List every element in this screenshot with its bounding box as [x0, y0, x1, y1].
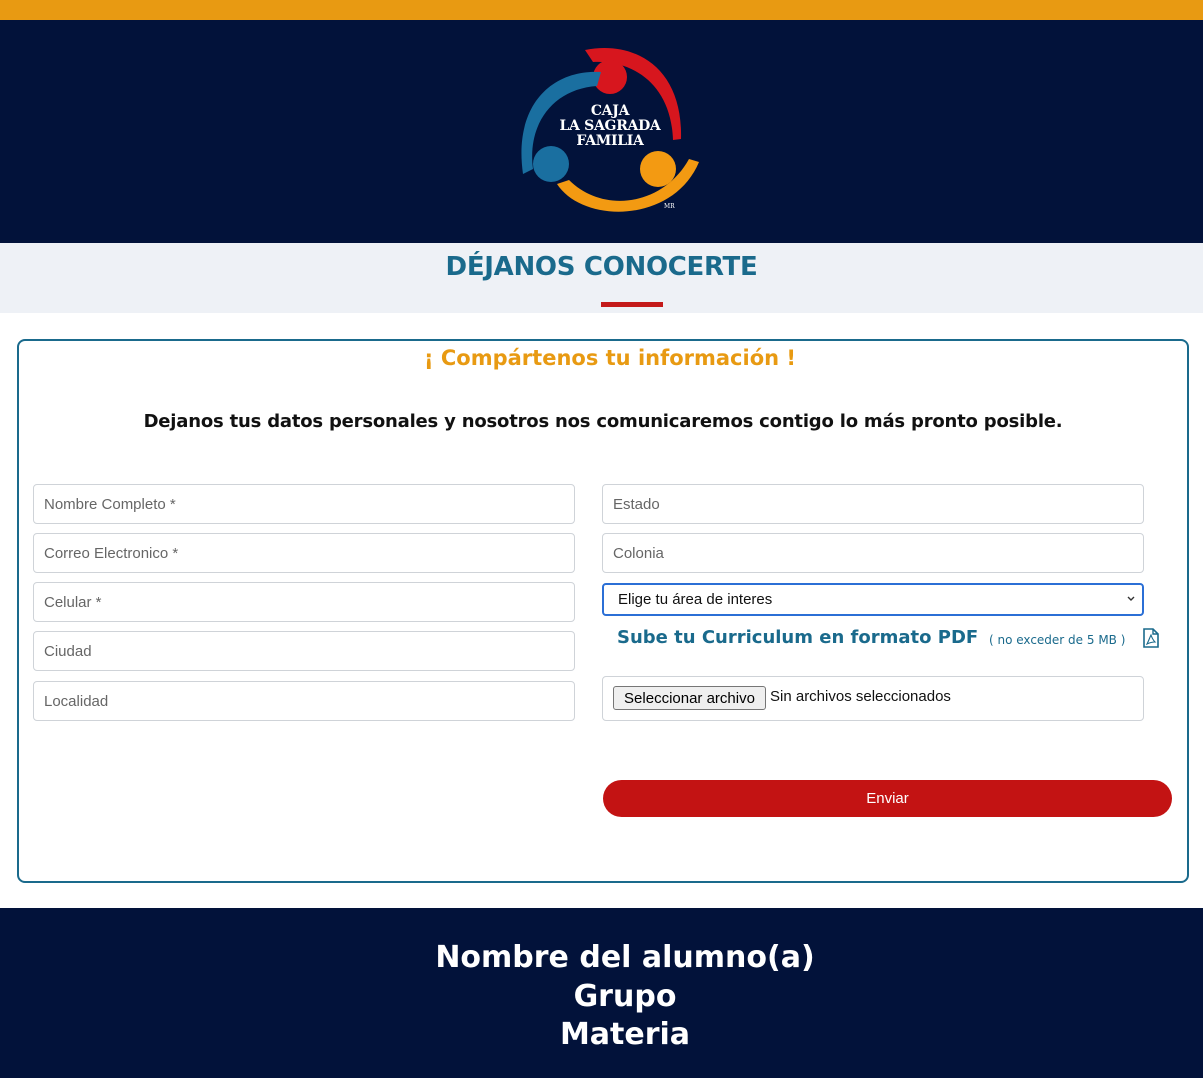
top-accent-bar: [0, 0, 1203, 20]
group-line: Grupo: [573, 979, 677, 1014]
pdf-icon: [1143, 628, 1159, 648]
email-placeholder: Correo Electronico *: [44, 544, 179, 562]
logo-line-1: CAJA: [590, 103, 630, 119]
file-status: Sin archivos seleccionados: [770, 688, 951, 705]
form-heading: ¡ Compártenos tu información !: [424, 346, 796, 370]
city-placeholder: Ciudad: [44, 642, 92, 660]
subject-line: Materia: [559, 1017, 691, 1052]
email-field[interactable]: Correo Electronico *: [33, 533, 575, 573]
chevron-down-icon: [1127, 596, 1135, 601]
logo-line-2: LA SAGRADA: [559, 118, 661, 134]
full-name-field[interactable]: Nombre Completo *: [33, 484, 575, 524]
phone-placeholder: Celular *: [44, 593, 102, 611]
select-file-button[interactable]: Seleccionar archivo: [613, 686, 766, 710]
logo-trademark: MR: [664, 203, 675, 210]
title-underline: [601, 302, 663, 307]
city-field[interactable]: Ciudad: [33, 631, 575, 671]
form-subtitle: Dejanos tus datos personales y nosotros …: [143, 411, 1063, 432]
page-title: DÉJANOS CONOCERTE: [445, 252, 758, 282]
neighborhood-field[interactable]: Colonia: [602, 533, 1144, 573]
neighborhood-placeholder: Colonia: [613, 544, 664, 562]
area-of-interest-select[interactable]: Elige tu área de interes: [602, 583, 1144, 616]
full-name-placeholder: Nombre Completo *: [44, 495, 176, 513]
submit-button[interactable]: Enviar: [603, 780, 1172, 817]
state-field[interactable]: Estado: [602, 484, 1144, 524]
locality-placeholder: Localidad: [44, 692, 109, 710]
student-name-line: Nombre del alumno(a): [435, 940, 815, 975]
area-select-value: Elige tu área de interes: [618, 591, 773, 608]
locality-field[interactable]: Localidad: [33, 681, 575, 721]
logo-line-3: FAMILIA: [576, 133, 644, 149]
state-placeholder: Estado: [613, 495, 660, 513]
cv-upload-label: Sube tu Curriculum en formato PDF: [617, 627, 979, 648]
logo-wordmark: CAJA LA SAGRADA FAMILIA: [540, 104, 680, 149]
cv-size-note: ( no exceder de 5 MB ): [989, 633, 1126, 647]
phone-field[interactable]: Celular *: [33, 582, 575, 622]
